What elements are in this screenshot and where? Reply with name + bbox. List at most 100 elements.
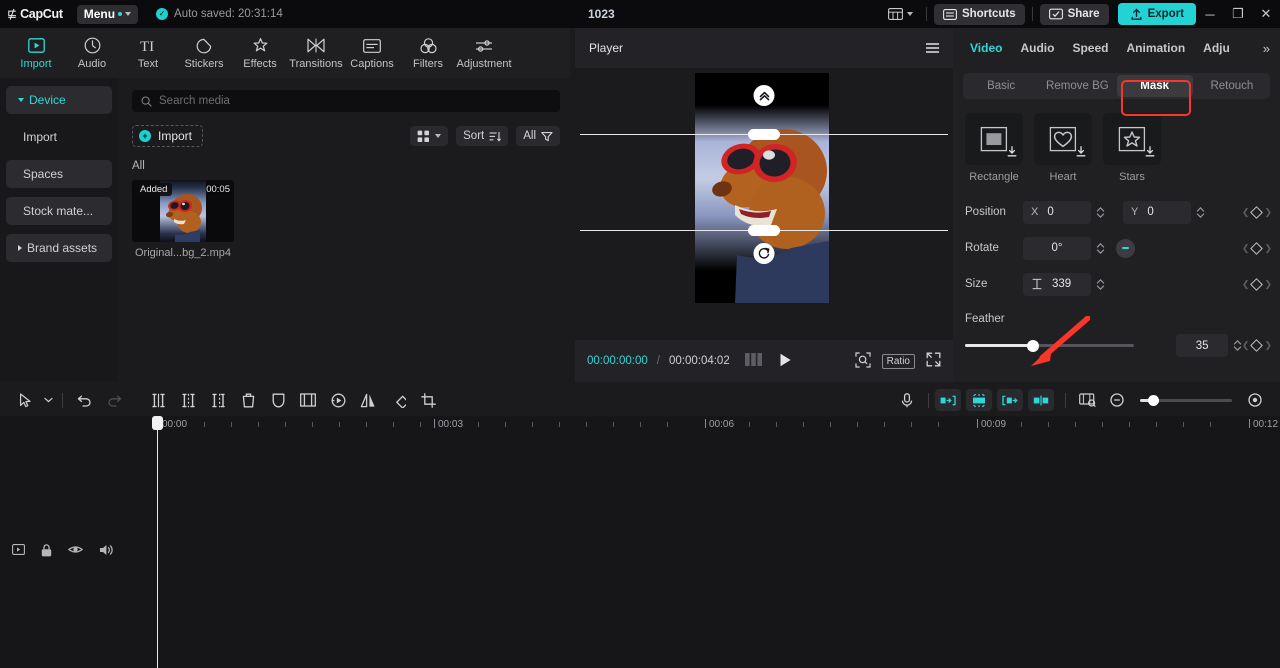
tab-transitions[interactable]: Transitions	[288, 36, 344, 70]
track-visibility-button[interactable]	[68, 544, 83, 560]
sort-button[interactable]: Sort	[456, 126, 508, 146]
close-button[interactable]: ✕	[1252, 0, 1280, 28]
subtab-basic[interactable]: Basic	[963, 73, 1039, 99]
timeline-zoom-slider[interactable]	[1140, 399, 1232, 402]
rotate-dial[interactable]	[1116, 239, 1135, 258]
more-tabs-icon[interactable]: »	[1263, 41, 1272, 56]
subtab-remove-bg[interactable]: Remove BG	[1039, 73, 1115, 99]
sidebar-item-brand-assets[interactable]: Brand assets	[6, 234, 112, 262]
feather-stepper[interactable]	[1233, 339, 1242, 352]
layout-switch-button[interactable]	[882, 8, 919, 20]
undo-button[interactable]	[69, 387, 99, 413]
snap-left-button[interactable]	[935, 389, 961, 411]
play-button[interactable]	[779, 353, 792, 370]
snap-right-button[interactable]	[997, 389, 1023, 411]
tab-captions[interactable]: Captions	[344, 36, 400, 70]
tab-filters[interactable]: Filters	[400, 36, 456, 70]
feather-input[interactable]: 35	[1176, 334, 1228, 357]
feather-slider-knob[interactable]	[1027, 340, 1039, 352]
subtab-mask[interactable]: Mask	[1117, 75, 1193, 97]
size-input[interactable]: 339	[1023, 273, 1091, 296]
split-button[interactable]	[143, 387, 173, 413]
fullscreen-button[interactable]	[926, 352, 941, 370]
media-thumbnail[interactable]: Added 00:05	[132, 180, 234, 242]
sidebar-item-import[interactable]: Import	[6, 123, 112, 151]
tab-effects[interactable]: Effects	[232, 36, 288, 70]
select-tool-button[interactable]	[10, 387, 40, 413]
subtab-retouch[interactable]: Retouch	[1194, 73, 1270, 99]
zoom-in-button[interactable]	[1240, 387, 1270, 413]
player-menu-button[interactable]	[926, 43, 939, 53]
position-y-stepper[interactable]	[1196, 206, 1205, 219]
trim-right-button[interactable]	[203, 387, 233, 413]
snap-center-button[interactable]	[1028, 389, 1054, 411]
minimize-button[interactable]: ─	[1196, 0, 1224, 28]
grid-view-button[interactable]	[410, 126, 448, 146]
mask-handle-top[interactable]	[748, 129, 780, 140]
timeline-ruler[interactable]: 00:00 00:03 00:06 00:09 00:12	[0, 416, 1280, 434]
track-lock-button[interactable]	[41, 544, 52, 560]
mask-handle-bottom[interactable]	[748, 225, 780, 236]
media-item[interactable]: Added 00:05	[132, 180, 234, 259]
playhead-handle[interactable]	[152, 416, 163, 430]
crop-button[interactable]	[413, 387, 443, 413]
speed-button[interactable]	[323, 387, 353, 413]
tab-import[interactable]: Import	[8, 36, 64, 70]
feather-slider[interactable]	[965, 344, 1134, 347]
maximize-button[interactable]: ❐	[1224, 0, 1252, 28]
delete-button[interactable]	[233, 387, 263, 413]
mask-shape-rectangle[interactable]: Rectangle	[965, 113, 1023, 183]
sidebar-item-spaces[interactable]: Spaces	[6, 160, 112, 188]
select-tool-dropdown[interactable]	[40, 387, 56, 413]
mask-feather-handle[interactable]	[754, 85, 775, 106]
feather-keyframe-button[interactable]: ❮ ❯	[1242, 340, 1272, 351]
tab-adjustment[interactable]: Adjustment	[456, 36, 512, 70]
size-stepper[interactable]	[1096, 278, 1105, 291]
track-thumbnail-toggle[interactable]	[12, 544, 25, 560]
crop-frame-button[interactable]	[293, 387, 323, 413]
zoom-out-button[interactable]	[1102, 387, 1132, 413]
download-icon[interactable]	[1076, 146, 1086, 160]
rotate-keyframe-button[interactable]: ❮ ❯	[1242, 243, 1272, 254]
download-icon[interactable]	[1145, 146, 1155, 160]
ratio-button[interactable]: Ratio	[882, 354, 915, 369]
trim-left-button[interactable]	[173, 387, 203, 413]
mask-shape-stars[interactable]: Stars	[1103, 113, 1161, 183]
player-stage[interactable]	[575, 68, 953, 340]
thumbnail-preview-toggle[interactable]	[1072, 387, 1102, 413]
tab-stickers[interactable]: Stickers	[176, 36, 232, 70]
position-keyframe-button[interactable]: ❮ ❯	[1242, 207, 1272, 218]
filter-button[interactable]: All	[516, 126, 560, 146]
position-x-stepper[interactable]	[1096, 206, 1105, 219]
sidebar-item-device[interactable]: Device	[6, 86, 112, 114]
search-media-input[interactable]: Search media	[132, 90, 560, 112]
snap-both-button[interactable]	[966, 389, 992, 411]
timeline-body[interactable]: Cover Original _ 202408152203 _ rmbg_2.m…	[0, 434, 1280, 668]
tab-adjust[interactable]: Adju	[1194, 28, 1239, 68]
tab-video[interactable]: Video	[961, 28, 1011, 68]
rotate-stepper[interactable]	[1096, 242, 1105, 255]
sidebar-item-stock-materials[interactable]: Stock mate...	[6, 197, 112, 225]
mirror-button[interactable]	[353, 387, 383, 413]
tab-audio[interactable]: Audio	[1011, 28, 1063, 68]
rotate-button[interactable]	[383, 387, 413, 413]
share-button[interactable]: Share	[1040, 4, 1109, 25]
position-x-input[interactable]: X 0	[1023, 201, 1091, 224]
tab-text[interactable]: TI Text	[120, 36, 176, 70]
export-button[interactable]: Export	[1118, 3, 1196, 25]
track-mute-button[interactable]	[99, 544, 113, 560]
tab-animation[interactable]: Animation	[1117, 28, 1194, 68]
tab-speed[interactable]: Speed	[1063, 28, 1117, 68]
position-y-input[interactable]: Y 0	[1123, 201, 1191, 224]
frame-step-button[interactable]	[745, 353, 762, 369]
zoom-slider-knob[interactable]	[1148, 395, 1159, 406]
mask-shape-heart[interactable]: Heart	[1034, 113, 1092, 183]
record-voiceover-button[interactable]	[892, 387, 922, 413]
mask-shield-button[interactable]	[263, 387, 293, 413]
zoom-to-fit-button[interactable]	[855, 352, 871, 371]
shortcuts-button[interactable]: Shortcuts	[934, 4, 1025, 25]
menu-button[interactable]: Menu	[77, 5, 138, 24]
rotate-input[interactable]: 0°	[1023, 237, 1091, 260]
tab-audio[interactable]: Audio	[64, 36, 120, 70]
mask-rotate-handle[interactable]	[754, 243, 775, 264]
